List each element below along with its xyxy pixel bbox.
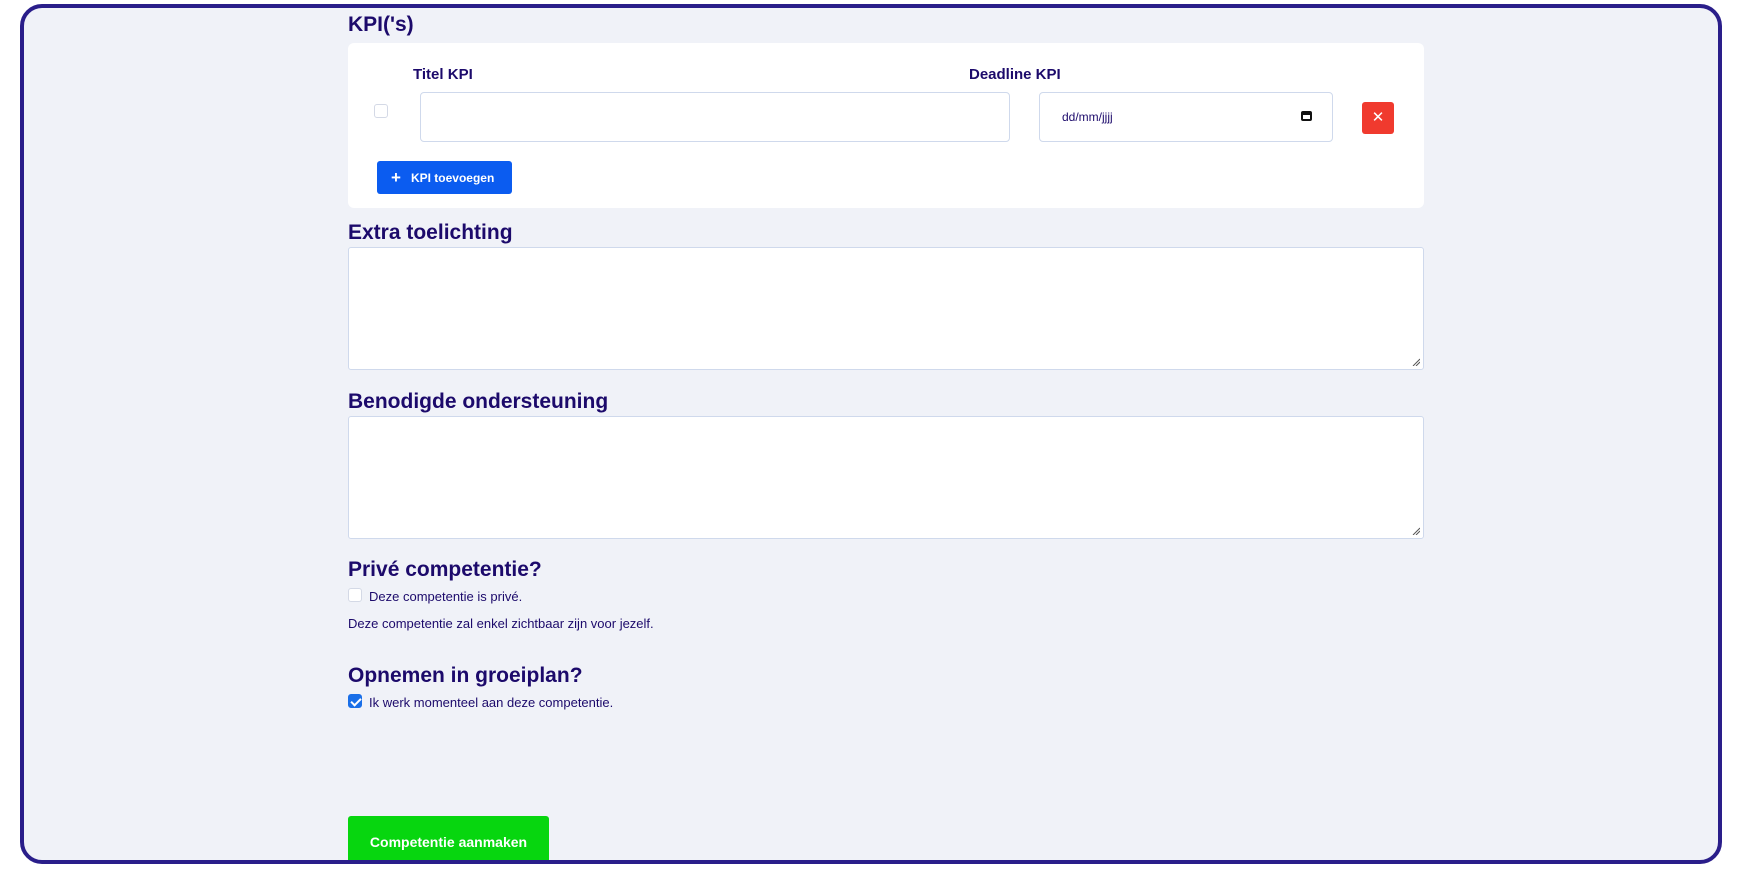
extra-heading: Extra toelichting (348, 221, 513, 244)
support-heading: Benodigde ondersteuning (348, 390, 609, 413)
growth-heading: Opnemen in groeiplan? (348, 664, 583, 687)
app-frame: KPI('s) Titel KPI Deadline KPI dd/mm/jjj… (20, 4, 1722, 864)
private-help-text: Deze competentie zal enkel zichtbaar zij… (348, 616, 654, 631)
add-kpi-button[interactable]: + KPI toevoegen (377, 161, 512, 194)
extra-textarea[interactable] (348, 247, 1424, 370)
delete-kpi-button[interactable]: ✕ (1362, 102, 1394, 134)
kpi-deadline-label: Deadline KPI (969, 66, 1061, 83)
private-checkbox-label[interactable]: Deze competentie is privé. (369, 589, 522, 604)
kpi-title-input[interactable] (420, 92, 1010, 142)
private-heading: Privé competentie? (348, 558, 542, 581)
growth-checkbox-label[interactable]: Ik werk momenteel aan deze competentie. (369, 695, 613, 710)
close-icon: ✕ (1371, 109, 1385, 126)
private-checkbox[interactable] (348, 588, 362, 602)
kpi-card: Titel KPI Deadline KPI dd/mm/jjjj ✕ + KPI… (348, 43, 1424, 208)
plus-icon: + (391, 168, 401, 187)
resize-handle-icon[interactable] (1412, 527, 1420, 535)
kpi-heading: KPI('s) (348, 13, 414, 36)
kpi-row-checkbox[interactable] (374, 104, 388, 118)
create-competence-button[interactable]: Competentie aanmaken (348, 816, 549, 860)
growth-checkbox[interactable] (348, 694, 362, 708)
add-kpi-label: KPI toevoegen (410, 171, 495, 185)
kpi-title-label: Titel KPI (413, 66, 473, 83)
kpi-deadline-input[interactable]: dd/mm/jjjj (1039, 92, 1333, 142)
date-placeholder: dd/mm/jjjj (1062, 110, 1113, 124)
support-textarea[interactable] (348, 416, 1424, 539)
calendar-icon[interactable] (1301, 111, 1312, 121)
resize-handle-icon[interactable] (1412, 358, 1420, 366)
